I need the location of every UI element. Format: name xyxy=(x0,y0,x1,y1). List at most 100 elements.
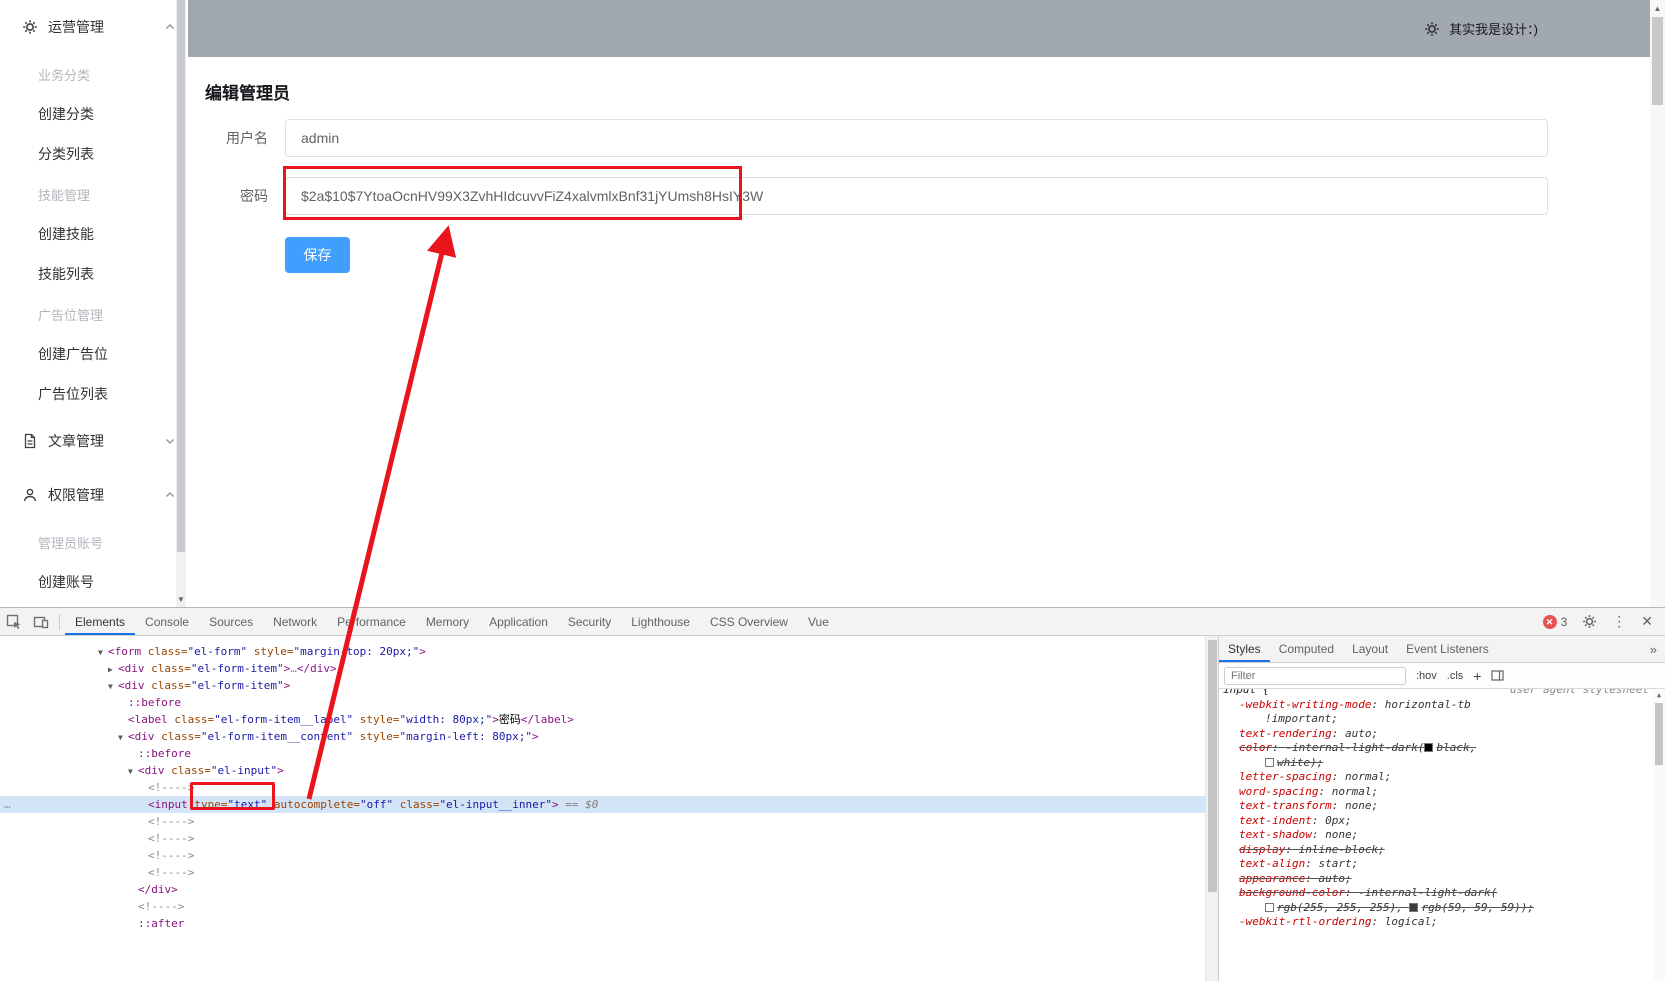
collapse-arrow-icon[interactable]: ▼ xyxy=(98,644,108,661)
sidebar-item-ad-slot-list[interactable]: 广告位列表 xyxy=(0,374,188,414)
css-declaration[interactable]: rgb(255, 255, 255), rgb(59, 59, 59)); xyxy=(1223,901,1649,916)
tab-computed[interactable]: Computed xyxy=(1270,636,1343,662)
devtools-tab-security[interactable]: Security xyxy=(558,608,621,635)
tab-event-listeners[interactable]: Event Listeners xyxy=(1397,636,1498,662)
error-count-badge[interactable]: ✕ 3 xyxy=(1542,614,1567,629)
element-classes-button[interactable]: .cls xyxy=(1447,670,1464,682)
dom-tree-row[interactable]: <!----> xyxy=(0,898,1205,915)
dom-tree-row[interactable]: <!----> xyxy=(0,813,1205,830)
sidebar-scrollbar-thumb[interactable] xyxy=(177,0,185,552)
sidebar-item-skill-list[interactable]: 技能列表 xyxy=(0,254,188,294)
page-scrollbar[interactable]: ▲ xyxy=(1650,0,1665,607)
styles-scrollbar-thumb[interactable] xyxy=(1655,703,1663,765)
sidebar-item-create-category[interactable]: 创建分类 xyxy=(0,94,188,134)
sidebar-item-label: 运营管理 xyxy=(48,19,104,35)
password-input[interactable] xyxy=(285,177,1548,215)
devtools-tab-css-overview[interactable]: CSS Overview xyxy=(700,608,798,635)
new-style-rule-button[interactable]: + xyxy=(1473,668,1481,684)
dom-tree-row[interactable]: ▼ <div class="el-input"> xyxy=(0,762,1205,779)
toggle-computed-sidebar-icon[interactable] xyxy=(1491,669,1505,682)
gear-icon[interactable] xyxy=(1424,21,1440,37)
dom-tree-row[interactable]: <!----> xyxy=(0,847,1205,864)
css-declaration[interactable]: text-indent: 0px; xyxy=(1223,814,1649,829)
elements-scrollbar-thumb[interactable] xyxy=(1208,640,1217,892)
dom-tree-row[interactable]: ▼ <div class="el-form-item__content" styl… xyxy=(0,728,1205,745)
dom-tree-row[interactable]: <!----> xyxy=(0,779,1205,796)
scroll-up-arrow-icon[interactable]: ▲ xyxy=(1650,2,1665,15)
dom-tree-row[interactable]: ::after xyxy=(0,915,1205,932)
dom-tree-row[interactable]: <!----> xyxy=(0,830,1205,847)
css-selector[interactable]: input { xyxy=(1223,689,1269,698)
collapse-arrow-icon[interactable]: ▼ xyxy=(108,678,118,695)
username-input[interactable] xyxy=(285,119,1548,157)
dom-tree-row[interactable]: <!----> xyxy=(0,864,1205,881)
elements-scrollbar[interactable] xyxy=(1205,636,1218,981)
sidebar-item-permission-management[interactable]: 权限管理 xyxy=(0,468,188,522)
dom-tree-row[interactable]: ▼ <form class="el-form" style="margin-top… xyxy=(0,643,1205,660)
devtools-tab-vue[interactable]: Vue xyxy=(798,608,839,635)
devtools-tabbar: Elements Console Sources Network Perform… xyxy=(0,608,1665,636)
css-declaration[interactable]: text-shadow: none; xyxy=(1223,828,1649,843)
close-icon[interactable]: ✕ xyxy=(1641,613,1653,630)
sidebar-item-create-account[interactable]: 创建账号 xyxy=(0,562,188,602)
sidebar-item-create-skill[interactable]: 创建技能 xyxy=(0,214,188,254)
collapse-arrow-icon[interactable]: ▼ xyxy=(118,729,128,746)
css-declaration[interactable]: text-transform: none; xyxy=(1223,799,1649,814)
css-declaration[interactable]: text-rendering: auto; xyxy=(1223,727,1649,742)
page-scrollbar-thumb[interactable] xyxy=(1652,17,1663,105)
expand-arrow-icon[interactable]: ▶ xyxy=(108,661,118,678)
scroll-down-arrow-icon[interactable]: ▼ xyxy=(176,594,186,606)
device-toolbar-icon[interactable] xyxy=(27,608,54,635)
devtools-tab-elements[interactable]: Elements xyxy=(65,608,135,635)
devtools-tab-performance[interactable]: Performance xyxy=(327,608,416,635)
css-declaration[interactable]: background-color: -internal-light-dark( xyxy=(1223,886,1649,901)
sidebar-scrollbar[interactable]: ▼ xyxy=(176,0,186,607)
dom-tree-row[interactable]: </div> xyxy=(0,881,1205,898)
code-token: style= xyxy=(353,713,400,726)
devtools-tab-sources[interactable]: Sources xyxy=(199,608,263,635)
sidebar-item-category-list[interactable]: 分类列表 xyxy=(0,134,188,174)
inspect-element-icon[interactable] xyxy=(0,608,27,635)
css-declaration[interactable]: color: -internal-light-dark(black, xyxy=(1223,741,1649,756)
sidebar-item-operations-management[interactable]: 运营管理 xyxy=(0,0,188,54)
code-token: horizontal-tb xyxy=(1384,697,1471,711)
devtools-tab-application[interactable]: Application xyxy=(479,608,558,635)
more-tabs-icon[interactable]: » xyxy=(1650,642,1665,657)
sidebar-item-article-management[interactable]: 文章管理 xyxy=(0,414,188,468)
css-declaration[interactable]: text-align: start; xyxy=(1223,857,1649,872)
tab-layout[interactable]: Layout xyxy=(1343,636,1397,662)
collapse-arrow-icon[interactable]: ▼ xyxy=(128,763,138,780)
code-token: letter-spacing xyxy=(1239,770,1332,783)
styles-filter-input[interactable] xyxy=(1224,666,1406,685)
tab-styles[interactable]: Styles xyxy=(1219,636,1270,662)
css-declaration[interactable]: -webkit-rtl-ordering: logical; xyxy=(1223,915,1649,930)
dom-tree-row[interactable]: ▶ <div class="el-form-item">…</div> xyxy=(0,660,1205,677)
dom-tree-row[interactable]: … <input type="text" autocomplete="off" c… xyxy=(0,796,1205,813)
devtools-tab-network[interactable]: Network xyxy=(263,608,327,635)
css-declaration[interactable]: letter-spacing: normal; xyxy=(1223,770,1649,785)
css-declaration[interactable]: display: inline-block; xyxy=(1223,843,1649,858)
sidebar-item-create-ad-slot[interactable]: 创建广告位 xyxy=(0,334,188,374)
devtools-tab-memory[interactable]: Memory xyxy=(416,608,479,635)
elements-tree: ▼ <form class="el-form" style="margin-top… xyxy=(0,636,1205,981)
toggle-element-state-button[interactable]: :hov xyxy=(1416,670,1437,682)
dom-tree-row[interactable]: <label class="el-form-item__label" style… xyxy=(0,711,1205,728)
css-declaration[interactable]: white); xyxy=(1223,756,1649,771)
styles-scrollbar[interactable]: ▲ xyxy=(1653,689,1665,981)
css-declaration[interactable]: appearance: auto; xyxy=(1223,872,1649,887)
settings-gear-icon[interactable] xyxy=(1582,614,1597,629)
scroll-up-arrow-icon[interactable]: ▲ xyxy=(1653,690,1665,701)
devtools-tab-console[interactable]: Console xyxy=(135,608,199,635)
save-button[interactable]: 保存 xyxy=(285,237,350,273)
dom-tree-row[interactable]: ▼ <div class="el-form-item"> xyxy=(0,677,1205,694)
topbar-user-text[interactable]: 其实我是设计：) xyxy=(1449,19,1538,38)
chevron-down-icon xyxy=(166,439,174,444)
kebab-menu-icon[interactable]: ⋮ xyxy=(1612,613,1626,630)
css-declaration[interactable]: -webkit-writing-mode: horizontal-tb xyxy=(1223,698,1649,713)
css-declaration[interactable]: !important; xyxy=(1223,712,1649,727)
dom-tree-row[interactable]: ::before xyxy=(0,745,1205,762)
css-declaration[interactable]: word-spacing: normal; xyxy=(1223,785,1649,800)
stylesheet-origin-link[interactable]: user agent stylesheet xyxy=(1510,689,1649,698)
dom-tree-row[interactable]: ::before xyxy=(0,694,1205,711)
devtools-tab-lighthouse[interactable]: Lighthouse xyxy=(621,608,700,635)
